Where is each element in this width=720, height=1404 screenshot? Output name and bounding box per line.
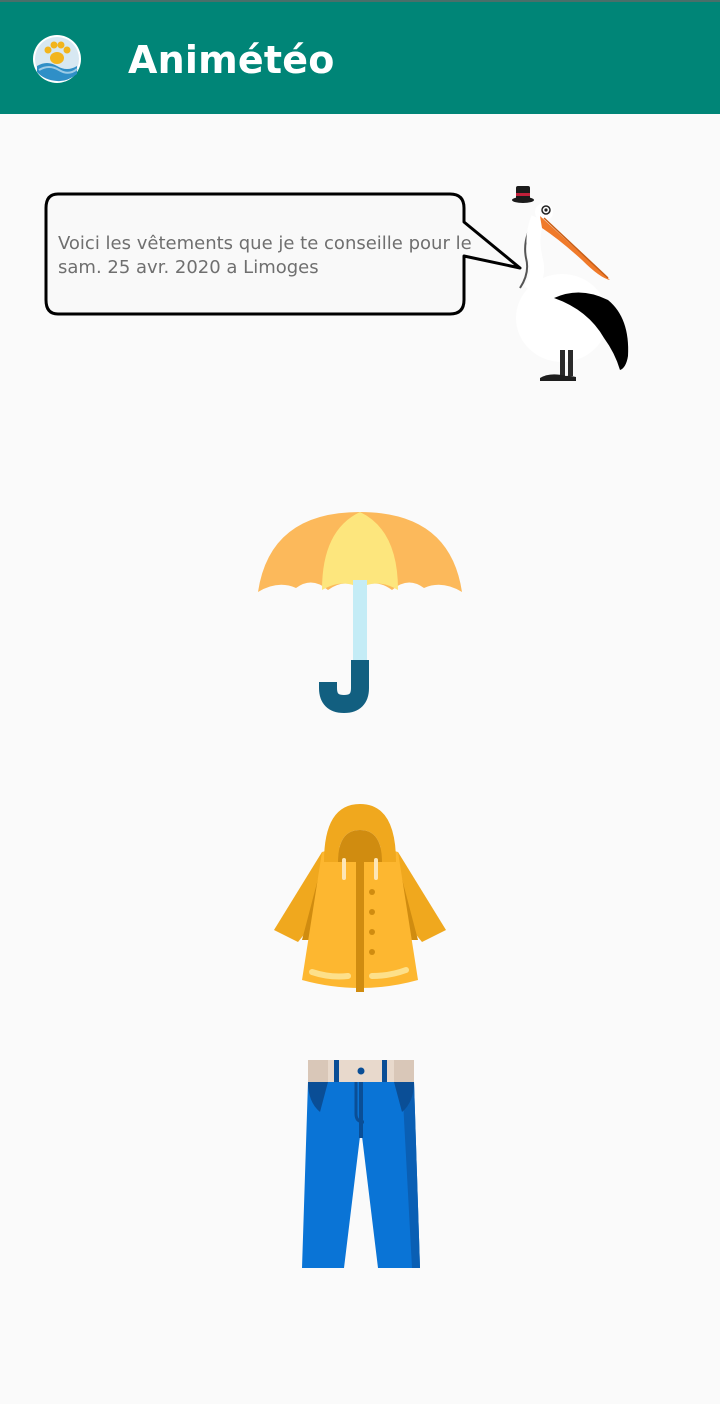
- pelican-mascot-icon: [512, 186, 629, 381]
- paw-weather-icon[interactable]: [32, 34, 82, 84]
- jeans-icon: [302, 1060, 420, 1268]
- advice-message: Voici les vêtements que je te conseille …: [58, 233, 472, 278]
- app-title: Animétéo: [128, 38, 335, 82]
- raincoat-icon: [274, 804, 446, 992]
- umbrella-icon: [258, 512, 462, 714]
- app-bar: Animétéo: [0, 0, 720, 114]
- speech-bubble: Voici les vêtements que je te conseille …: [44, 190, 524, 320]
